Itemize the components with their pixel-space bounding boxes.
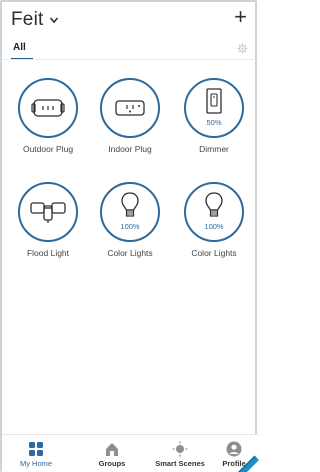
brightness-level: 100% [204,222,224,231]
device-card-dimmer[interactable]: 50% Dimmer [174,78,254,154]
device-circle: 100% [184,182,244,242]
filter-tabs: All [2,38,259,60]
sun-icon [172,441,188,457]
house-icon [106,443,118,456]
tab-all[interactable]: All [13,42,26,53]
device-name: Color Lights [191,248,237,258]
nav-label: Smart Scenes [155,459,205,468]
dimmer-switch-icon [206,88,222,115]
dimmer-level: 50% [206,118,222,127]
device-circle: 50% [184,78,244,138]
header: Feit + [2,2,259,38]
bulb-icon [205,192,223,217]
outdoor-plug-icon [31,99,65,117]
device-card-color-lights-1[interactable]: 100% Color Lights [90,182,170,258]
device-name: Dimmer [199,144,229,154]
device-card-flood-light[interactable]: Flood Light [8,182,88,258]
device-name: Color Lights [107,248,153,258]
nav-label: Groups [98,459,126,468]
app-frame: Feit + All Outdoor Plug Indoor Plug 50% … [0,0,259,472]
indoor-plug-icon [115,100,145,116]
gear-icon[interactable] [237,43,248,54]
stylus-pointer-icon [237,455,259,472]
nav-groups[interactable]: Groups [82,435,142,468]
nav-smart-scenes[interactable]: Smart Scenes [150,435,210,468]
home-selector[interactable]: Feit [11,9,59,31]
home-name: Feit [11,9,44,30]
flood-light-icon [30,202,66,223]
device-card-color-lights-2[interactable]: 100% Color Lights [174,182,254,258]
add-device-button[interactable]: + [234,6,247,28]
device-name: Indoor Plug [108,144,152,154]
device-circle: 100% [100,182,160,242]
device-card-outdoor-plug[interactable]: Outdoor Plug [8,78,88,154]
device-circle [100,78,160,138]
device-name: Outdoor Plug [22,144,74,154]
bulb-icon [121,192,139,217]
device-card-indoor-plug[interactable]: Indoor Plug [90,78,170,154]
device-circle [18,78,78,138]
nav-my-home[interactable]: My Home [6,435,66,468]
home-grid-icon [29,442,43,456]
nav-label: My Home [19,459,53,468]
bottom-nav: My Home Groups Smart Scenes Profile [2,434,259,472]
device-name: Flood Light [26,248,70,258]
tabs-divider [2,59,259,60]
chevron-down-icon [50,17,59,24]
brightness-level: 100% [120,222,140,231]
device-circle [18,182,78,242]
